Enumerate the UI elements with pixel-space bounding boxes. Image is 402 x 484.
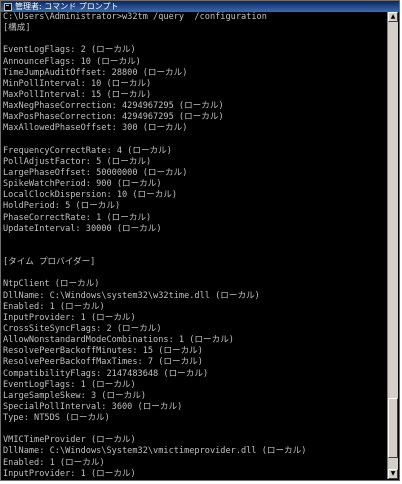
console-line: AnnounceFlags: 10 (ローカル) bbox=[3, 56, 141, 67]
console-line: CrossSiteSyncFlags: 2 (ローカル) bbox=[3, 323, 162, 334]
arrow-up-icon: ▲ bbox=[390, 13, 396, 20]
console-line: Type: NT5DS (ローカル) bbox=[3, 413, 110, 424]
console-line: InputProvider: 1 (ローカル) bbox=[3, 312, 136, 323]
vertical-scrollbar[interactable]: ▲ ▼ bbox=[387, 12, 398, 479]
console-line: TimeJumpAuditOffset: 28800 (ローカル) bbox=[3, 67, 188, 78]
console-line: MinPollInterval: 10 (ローカル) bbox=[3, 78, 152, 89]
console-line: ResolvePeerBackoffMinutes: 15 (ローカル) bbox=[3, 346, 203, 357]
console-line: CompatibilityFlags: 2147483648 (ローカル) bbox=[3, 368, 209, 379]
arrow-down-icon: ▼ bbox=[390, 470, 396, 477]
console-line: InputProvider: 1 (ローカル) bbox=[3, 468, 136, 478]
console-line: MaxPollInterval: 15 (ローカル) bbox=[3, 89, 152, 100]
console-line: MaxAllowedPhaseOffset: 300 (ローカル) bbox=[3, 123, 188, 134]
console-line: EventLogFlags: 1 (ローカル) bbox=[3, 379, 136, 390]
console-output[interactable]: C:\Users\Administrator>w32tm /query /con… bbox=[3, 12, 385, 478]
console-line: PollAdjustFactor: 5 (ローカル) bbox=[3, 156, 152, 167]
scroll-up-button[interactable]: ▲ bbox=[388, 12, 398, 22]
console-line: C:\Users\Administrator>w32tm /query /con… bbox=[3, 12, 267, 22]
console-app-icon bbox=[4, 2, 12, 11]
console-line: VMICTimeProvider (ローカル) bbox=[3, 435, 136, 446]
console-line: EventLogFlags: 2 (ローカル) bbox=[3, 45, 136, 56]
console-line: LargeSampleSkew: 3 (ローカル) bbox=[3, 390, 147, 401]
console-line: DllName: C:\Windows\system32\w32time.dll… bbox=[3, 290, 260, 301]
console-line: Enabled: 1 (ローカル) bbox=[3, 301, 105, 312]
console-line: NtpClient (ローカル) bbox=[3, 279, 100, 290]
console-line: [構成] bbox=[3, 23, 31, 34]
command-prompt-window: 管理者: コマンド プロンプト C:\Users\Administrator>w… bbox=[0, 0, 400, 481]
console-line: Enabled: 1 (ローカル) bbox=[3, 457, 105, 468]
console-line: MaxPosPhaseCorrection: 4294967295 (ローカル) bbox=[3, 112, 224, 123]
console-line: AllowNonstandardModeCombinations: 1 (ローカ… bbox=[3, 335, 234, 346]
console-line: UpdateInterval: 30000 (ローカル) bbox=[3, 223, 162, 234]
window-title: 管理者: コマンド プロンプト bbox=[15, 2, 119, 11]
console-line: MaxNegPhaseCorrection: 4294967295 (ローカル) bbox=[3, 101, 224, 112]
scroll-thumb[interactable] bbox=[388, 398, 398, 458]
console-line: LargePhaseOffset: 50000000 (ローカル) bbox=[3, 167, 188, 178]
console-line: FrequencyCorrectRate: 4 (ローカル) bbox=[3, 145, 172, 156]
title-bar[interactable]: 管理者: コマンド プロンプト bbox=[1, 1, 399, 12]
console-line: DllName: C:\Windows\System32\vmictimepro… bbox=[3, 446, 307, 457]
console-line: PhaseCorrectRate: 1 (ローカル) bbox=[3, 212, 152, 223]
scroll-down-button[interactable]: ▼ bbox=[388, 469, 398, 479]
console-line: HoldPeriod: 5 (ローカル) bbox=[3, 201, 121, 212]
console-line: SpikeWatchPeriod: 900 (ローカル) bbox=[3, 179, 162, 190]
console-line: [タイム プロバイダー] bbox=[3, 257, 96, 268]
console-line: LocalClockDispersion: 10 (ローカル) bbox=[3, 190, 178, 201]
console-line: ResolvePeerBackoffMaxTimes: 7 (ローカル) bbox=[3, 357, 203, 368]
console-line: SpecialPollInterval: 3600 (ローカル) bbox=[3, 401, 183, 412]
